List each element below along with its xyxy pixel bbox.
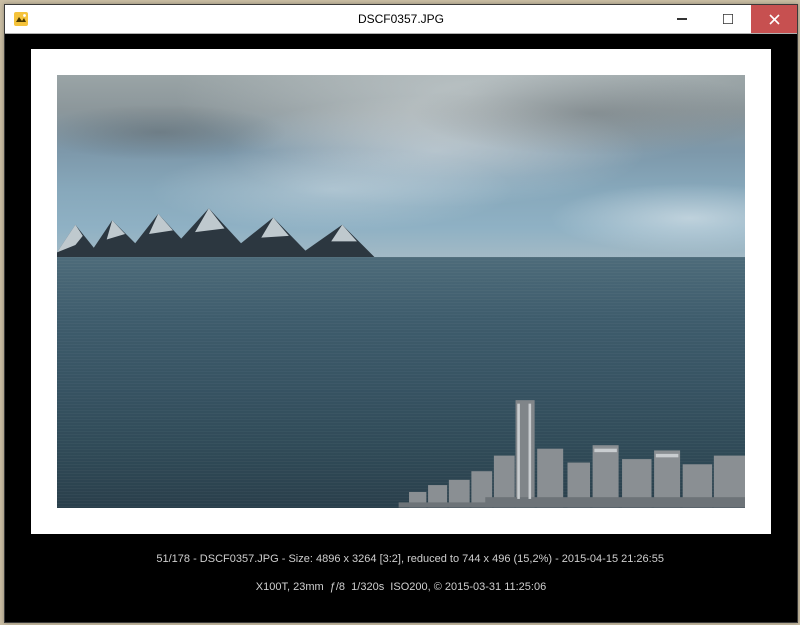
city-graphic bbox=[346, 395, 745, 508]
close-icon bbox=[769, 14, 780, 25]
close-button[interactable] bbox=[751, 5, 797, 33]
status-bar: 51/178 - DSCF0357.JPG - Size: 4896 x 326… bbox=[138, 538, 664, 622]
maximize-icon bbox=[723, 14, 733, 24]
photo-frame bbox=[31, 49, 771, 534]
client-area: 51/178 - DSCF0357.JPG - Size: 4896 x 326… bbox=[5, 34, 797, 622]
minimize-button[interactable] bbox=[659, 5, 705, 33]
status-line-2: X100T, 23mm ƒ/8 1/320s ISO200, © 2015-03… bbox=[138, 580, 664, 594]
minimize-icon bbox=[677, 14, 687, 24]
maximize-button[interactable] bbox=[705, 5, 751, 33]
status-line-1: 51/178 - DSCF0357.JPG - Size: 4896 x 326… bbox=[156, 553, 664, 565]
photo-content[interactable] bbox=[57, 75, 745, 508]
window-controls bbox=[659, 5, 797, 33]
titlebar[interactable]: DSCF0357.JPG bbox=[5, 5, 797, 34]
image-viewer-window: DSCF0357.JPG bbox=[4, 4, 798, 623]
app-icon bbox=[13, 11, 29, 27]
